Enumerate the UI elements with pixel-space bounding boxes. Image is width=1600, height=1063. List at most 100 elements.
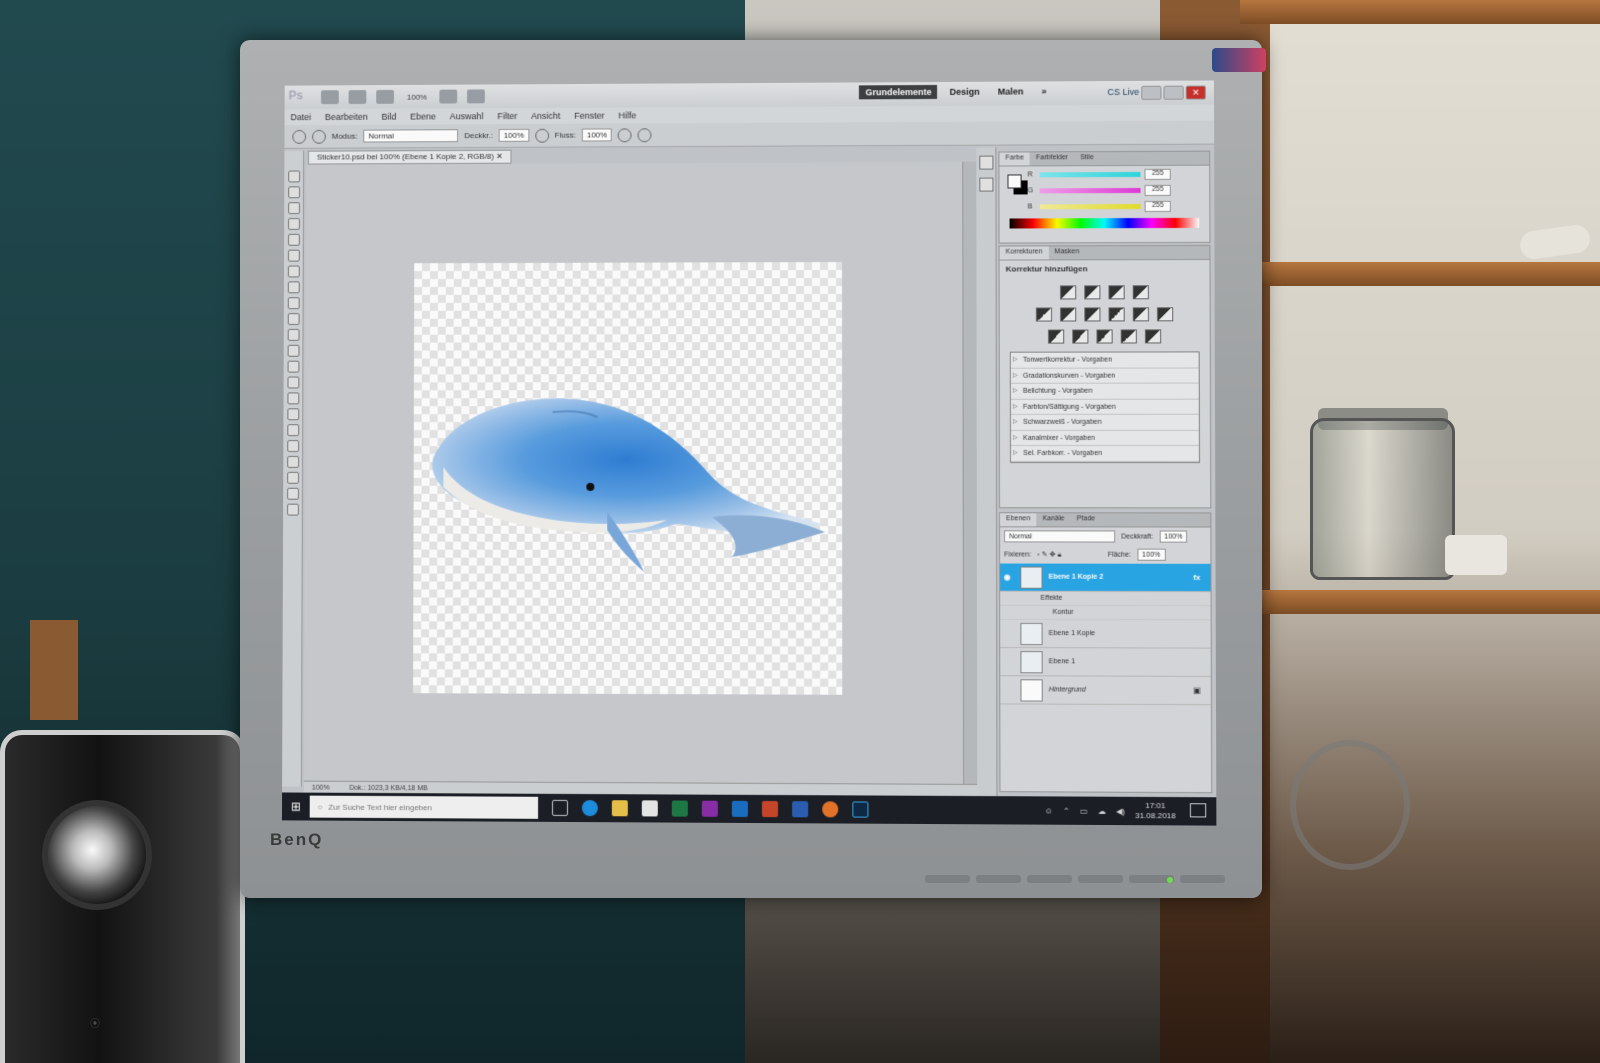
tab-farbe[interactable]: Farbe	[999, 152, 1030, 166]
channel-g-slider[interactable]	[1039, 187, 1141, 193]
workspace-more[interactable]: »	[1035, 84, 1052, 98]
menu-fenster[interactable]: Fenster	[574, 111, 604, 121]
task-view-icon[interactable]	[551, 799, 568, 817]
workspace-grundelemente[interactable]: Grundelemente	[859, 84, 938, 100]
history-brush-icon[interactable]	[287, 313, 300, 326]
layer-row[interactable]: Ebene 1	[1000, 648, 1211, 677]
pen-tool-icon[interactable]	[286, 392, 299, 405]
color-spectrum[interactable]	[1009, 217, 1200, 229]
blur-tool-icon[interactable]	[287, 360, 299, 373]
color-swatch-icon[interactable]	[286, 487, 299, 500]
tray-arrow-icon[interactable]: ⌃	[1063, 806, 1070, 815]
selective-color-icon[interactable]	[1144, 329, 1162, 344]
color-balance-icon[interactable]	[1084, 307, 1101, 322]
channel-b-slider[interactable]	[1039, 203, 1141, 209]
maximize-button[interactable]	[1163, 85, 1184, 100]
network-icon[interactable]: ▭	[1080, 806, 1088, 815]
fill-field[interactable]: 100%	[1137, 548, 1166, 561]
tab-kanaele[interactable]: Kanäle	[1036, 513, 1070, 526]
foreground-color[interactable]	[1007, 174, 1022, 189]
preset-item[interactable]: Gradationskurven - Vorgaben	[1010, 367, 1199, 384]
menu-ebene[interactable]: Ebene	[410, 111, 436, 121]
menu-hilfe[interactable]: Hilfe	[618, 110, 636, 120]
layer-row[interactable]: Hintergrund ▣	[1000, 676, 1211, 706]
menu-filter[interactable]: Filter	[497, 111, 517, 121]
edge-icon[interactable]	[581, 800, 598, 817]
cs-live[interactable]: CS Live	[1107, 87, 1139, 97]
hand-tool-icon[interactable]	[286, 455, 299, 468]
taskbar-search[interactable]: ○ Zur Suche Text hier eingeben	[309, 795, 539, 819]
shape-tool-icon[interactable]	[286, 440, 299, 452]
vibrance-icon[interactable]	[1035, 307, 1053, 322]
people-icon[interactable]: ☺	[1045, 806, 1053, 815]
status-zoom[interactable]: 100%	[312, 785, 330, 792]
close-button[interactable]: ✕	[1185, 85, 1206, 100]
menu-ansicht[interactable]: Ansicht	[531, 111, 560, 121]
menu-auswahl[interactable]: Auswahl	[450, 111, 484, 121]
photo-filter-icon[interactable]	[1132, 307, 1149, 322]
airbrush-icon[interactable]	[618, 127, 632, 142]
gradient-map-icon[interactable]	[1120, 329, 1137, 344]
gradient-tool-icon[interactable]	[287, 344, 299, 357]
minimize-button[interactable]	[1141, 85, 1162, 100]
document-canvas[interactable]	[413, 262, 843, 695]
tab-stile[interactable]: Stile	[1074, 152, 1100, 165]
crop-tool-icon[interactable]	[287, 233, 300, 246]
actions-panel-icon[interactable]	[978, 177, 993, 192]
channel-r-slider[interactable]	[1039, 171, 1141, 177]
canvas-area[interactable]	[303, 161, 964, 784]
preset-item[interactable]: Farbton/Sättigung - Vorgaben	[1010, 399, 1199, 415]
minibridge-icon[interactable]	[348, 90, 367, 105]
screen-mode-icon[interactable]	[467, 89, 486, 104]
levels-icon[interactable]	[1084, 285, 1101, 300]
fluss-field[interactable]: 100%	[581, 128, 613, 142]
layer-name[interactable]: Hintergrund	[1049, 686, 1086, 693]
marquee-tool-icon[interactable]	[287, 186, 300, 199]
menu-datei[interactable]: Datei	[290, 112, 311, 122]
deckkr-field[interactable]: 100%	[498, 128, 529, 142]
invert-icon[interactable]	[1048, 329, 1065, 344]
zoom-tool-icon[interactable]	[286, 471, 299, 484]
lock-pixels-icon[interactable]: ▫ ✎ ✥ 🔒︎	[1037, 550, 1061, 559]
pressure-size-icon[interactable]	[637, 127, 652, 142]
brush-tool-icon[interactable]	[287, 281, 300, 294]
photoshop-icon[interactable]	[852, 801, 869, 818]
layer-name[interactable]: Ebene 1	[1049, 658, 1075, 665]
healing-tool-icon[interactable]	[287, 265, 300, 278]
dodge-tool-icon[interactable]	[287, 376, 299, 389]
channel-b-value[interactable]: 255	[1144, 200, 1171, 212]
layer-effects[interactable]: Effekte	[1000, 591, 1211, 607]
black-white-icon[interactable]	[1108, 307, 1125, 322]
cloud-icon[interactable]: ☁	[1098, 806, 1106, 815]
channel-r-value[interactable]: 255	[1144, 168, 1171, 180]
modus-select[interactable]: Normal	[363, 129, 459, 143]
preset-item[interactable]: Tonwertkorrektur - Vorgaben	[1010, 352, 1199, 369]
tab-pfade[interactable]: Pfade	[1071, 513, 1102, 526]
hue-saturation-icon[interactable]	[1060, 307, 1077, 322]
path-select-tool-icon[interactable]	[286, 424, 299, 437]
bridge-icon[interactable]	[321, 90, 339, 105]
history-panel-icon[interactable]	[978, 155, 993, 170]
powerpoint-icon[interactable]	[761, 800, 779, 818]
excel-icon[interactable]	[671, 800, 688, 817]
channel-g-value[interactable]: 255	[1144, 184, 1171, 196]
monitor-buttons[interactable]	[925, 875, 1225, 885]
channel-mixer-icon[interactable]	[1157, 307, 1174, 322]
quick-select-tool-icon[interactable]	[287, 218, 300, 230]
word-icon[interactable]	[792, 801, 809, 818]
curves-icon[interactable]	[1108, 285, 1125, 300]
quick-mask-icon[interactable]	[286, 503, 299, 516]
preset-item[interactable]: Sel. Farbkorr. - Vorgaben	[1010, 445, 1199, 462]
threshold-icon[interactable]	[1096, 329, 1113, 344]
document-tab[interactable]: Sticker10.psd bei 100% (Ebene 1 Kopie 2,…	[308, 149, 512, 165]
firefox-icon[interactable]	[822, 801, 839, 818]
pressure-opacity-icon[interactable]	[534, 128, 549, 143]
arrange-docs-icon[interactable]	[439, 89, 458, 104]
notification-icon[interactable]	[1189, 803, 1207, 818]
opacity-field[interactable]: 100%	[1159, 530, 1188, 543]
clock[interactable]: 17:01 31.08.2018	[1135, 801, 1176, 821]
layer-name[interactable]: Ebene 1 Kopie	[1049, 630, 1095, 637]
outlook-icon[interactable]	[731, 800, 748, 817]
brush-preset-icon[interactable]	[292, 129, 307, 144]
windows-start-icon[interactable]: ⊞	[282, 792, 310, 820]
